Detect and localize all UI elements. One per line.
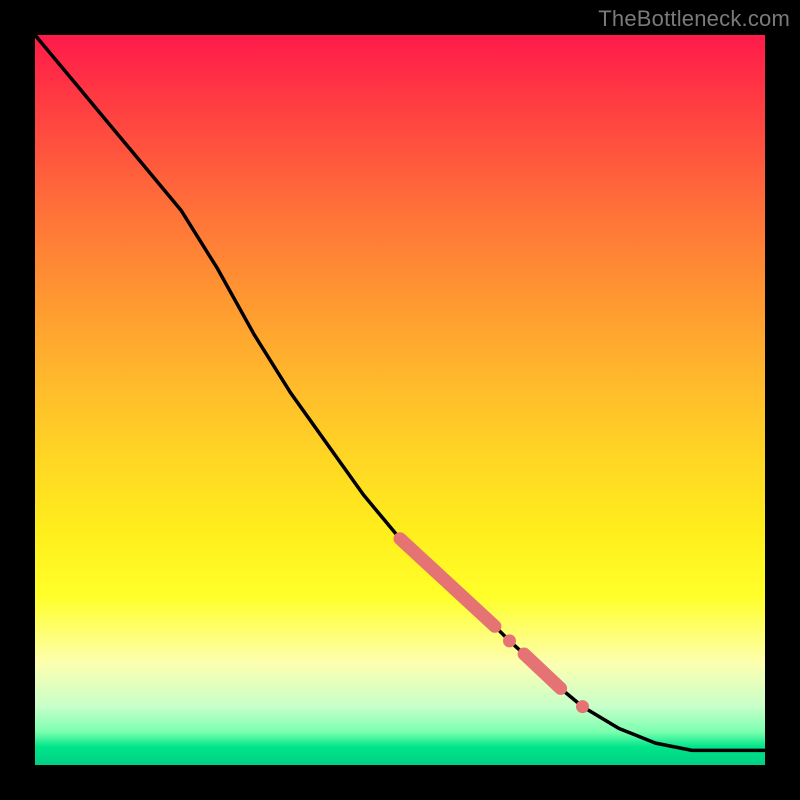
plot-area [35,35,765,765]
highlight-dot [503,634,516,647]
chart-overlay [35,35,765,765]
highlight-segment [524,654,561,688]
highlight-dot [576,700,589,713]
highlight-segment [400,539,495,627]
chart-frame: TheBottleneck.com [0,0,800,800]
highlight-group [400,539,589,713]
watermark-text: TheBottleneck.com [598,6,790,32]
curve-line [35,35,765,750]
